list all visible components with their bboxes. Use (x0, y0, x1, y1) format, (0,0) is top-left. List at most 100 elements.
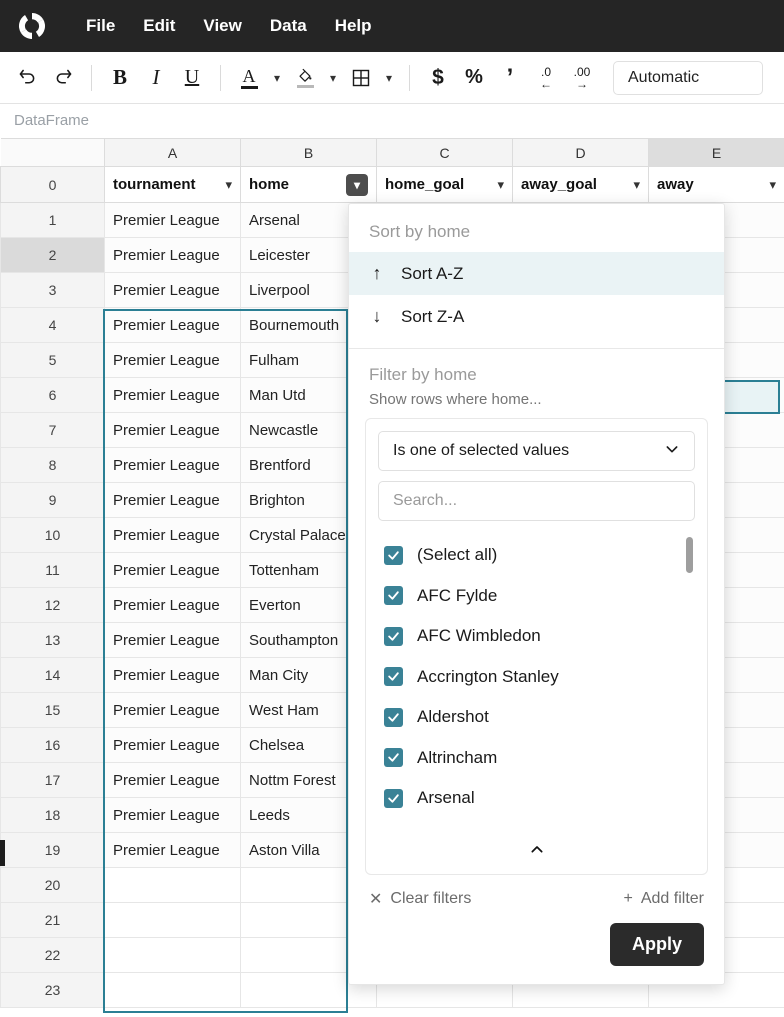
increase-decimal-button[interactable]: .00 → (565, 61, 599, 95)
menu-data[interactable]: Data (256, 10, 321, 42)
row-header-7[interactable]: 7 (0, 412, 105, 448)
cell-tournament-2[interactable]: Premier League (104, 237, 241, 273)
cell-tournament-13[interactable]: Premier League (104, 622, 241, 658)
checkbox-checked-icon[interactable] (384, 748, 403, 768)
column-header-e[interactable]: E (648, 138, 784, 167)
row-header-23[interactable]: 23 (0, 972, 105, 1008)
menu-view[interactable]: View (189, 10, 255, 42)
redo-icon[interactable] (46, 61, 80, 95)
cell-tournament-1[interactable]: Premier League (104, 202, 241, 238)
cell-tournament-7[interactable]: Premier League (104, 412, 241, 448)
cell-tournament-4[interactable]: Premier League (104, 307, 241, 343)
filter-search-input[interactable]: Search... (378, 481, 695, 521)
filter-chevron-tournament-icon[interactable]: ▾ (225, 177, 232, 193)
text-color-chevron-down-icon[interactable]: ▾ (268, 71, 286, 85)
cell-tournament-14[interactable]: Premier League (104, 657, 241, 693)
paint-bucket-icon[interactable] (288, 61, 322, 95)
row-header-9[interactable]: 9 (0, 482, 105, 518)
row-header-0[interactable]: 0 (0, 166, 105, 203)
row-header-21[interactable]: 21 (0, 902, 105, 938)
row-header-19[interactable]: 19 (0, 832, 105, 868)
column-header-a[interactable]: A (104, 138, 241, 167)
decrease-decimal-button[interactable]: .0 ← (529, 61, 563, 95)
bold-button[interactable]: B (103, 61, 137, 95)
row-header-22[interactable]: 22 (0, 937, 105, 973)
row-header-14[interactable]: 14 (0, 657, 105, 693)
add-filter-button[interactable]: + Add filter (624, 890, 704, 908)
cell-tournament-21[interactable] (104, 902, 241, 938)
row-header-10[interactable]: 10 (0, 517, 105, 553)
filter-option[interactable]: Arsenal (378, 778, 695, 819)
row-header-17[interactable]: 17 (0, 762, 105, 798)
checkbox-checked-icon[interactable] (384, 667, 403, 687)
sort-a-z-option[interactable]: ↑ Sort A-Z (349, 252, 724, 295)
chevron-up-icon[interactable] (378, 836, 695, 862)
swirl-logo-icon[interactable] (14, 8, 50, 44)
row-header-8[interactable]: 8 (0, 447, 105, 483)
percent-format-button[interactable]: % (457, 61, 491, 95)
cell-tournament-19[interactable]: Premier League (104, 832, 241, 868)
row-header-18[interactable]: 18 (0, 797, 105, 833)
cell-tournament-6[interactable]: Premier League (104, 377, 241, 413)
column-header-d[interactable]: D (512, 138, 649, 167)
cell-tournament-10[interactable]: Premier League (104, 517, 241, 553)
filter-option[interactable]: AFC Fylde (378, 576, 695, 617)
cell-tournament-3[interactable]: Premier League (104, 272, 241, 308)
cell-tournament-15[interactable]: Premier League (104, 692, 241, 728)
filter-option[interactable]: (Select all) (378, 535, 695, 576)
checkbox-checked-icon[interactable] (384, 545, 403, 565)
filter-option[interactable]: Altrincham (378, 738, 695, 779)
row-header-13[interactable]: 13 (0, 622, 105, 658)
checkbox-checked-icon[interactable] (384, 626, 403, 646)
field-cell-away[interactable]: away ▾ (648, 166, 784, 203)
apply-button[interactable]: Apply (609, 923, 704, 966)
cell-tournament-23[interactable] (104, 972, 241, 1008)
row-header-12[interactable]: 12 (0, 587, 105, 623)
column-header-c[interactable]: C (376, 138, 513, 167)
field-cell-home_goal[interactable]: home_goal ▾ (376, 166, 513, 203)
field-cell-tournament[interactable]: tournament ▾ (104, 166, 241, 203)
row-header-3[interactable]: 3 (0, 272, 105, 308)
underline-button[interactable]: U (175, 61, 209, 95)
cell-tournament-9[interactable]: Premier League (104, 482, 241, 518)
cell-tournament-8[interactable]: Premier League (104, 447, 241, 483)
cell-tournament-16[interactable]: Premier League (104, 727, 241, 763)
cell-tournament-18[interactable]: Premier League (104, 797, 241, 833)
row-header-5[interactable]: 5 (0, 342, 105, 378)
row-header-16[interactable]: 16 (0, 727, 105, 763)
menu-edit[interactable]: Edit (129, 10, 189, 42)
grid-corner[interactable] (0, 138, 105, 167)
row-header-15[interactable]: 15 (0, 692, 105, 728)
filter-options-list[interactable]: (Select all) AFC Fylde AFC Wimbledon Accrin… (378, 531, 695, 826)
row-header-20[interactable]: 20 (0, 867, 105, 903)
clear-filters-button[interactable]: ✕ Clear filters (369, 889, 471, 909)
column-header-b[interactable]: B (240, 138, 377, 167)
cell-tournament-12[interactable]: Premier League (104, 587, 241, 623)
checkbox-checked-icon[interactable] (384, 586, 403, 606)
checkbox-checked-icon[interactable] (384, 788, 403, 808)
filter-chevron-home_goal-icon[interactable]: ▾ (497, 177, 504, 193)
cell-tournament-22[interactable] (104, 937, 241, 973)
row-header-1[interactable]: 1 (0, 202, 105, 238)
cell-tournament-11[interactable]: Premier League (104, 552, 241, 588)
filter-option[interactable]: AFC Wimbledon (378, 616, 695, 657)
borders-grid-icon[interactable] (344, 61, 378, 95)
cell-tournament-5[interactable]: Premier League (104, 342, 241, 378)
filter-condition-select[interactable]: Is one of selected values (378, 431, 695, 471)
text-color-button[interactable]: A (232, 61, 266, 95)
options-scrollbar-thumb[interactable] (686, 537, 693, 573)
cell-tournament-20[interactable] (104, 867, 241, 903)
cell-tournament-17[interactable]: Premier League (104, 762, 241, 798)
filter-chevron-away_goal-icon[interactable]: ▾ (633, 177, 640, 193)
row-header-4[interactable]: 4 (0, 307, 105, 343)
menu-file[interactable]: File (72, 10, 129, 42)
row-header-2[interactable]: 2 (0, 237, 105, 273)
filter-option[interactable]: Aldershot (378, 697, 695, 738)
sort-z-a-option[interactable]: ↓ Sort Z-A (349, 295, 724, 338)
fill-color-chevron-down-icon[interactable]: ▾ (324, 71, 342, 85)
filter-chevron-away-icon[interactable]: ▾ (769, 177, 776, 193)
filter-option[interactable]: Accrington Stanley (378, 657, 695, 698)
checkbox-checked-icon[interactable] (384, 707, 403, 727)
comma-format-button[interactable]: ’ (493, 61, 527, 95)
currency-format-button[interactable]: $ (421, 61, 455, 95)
